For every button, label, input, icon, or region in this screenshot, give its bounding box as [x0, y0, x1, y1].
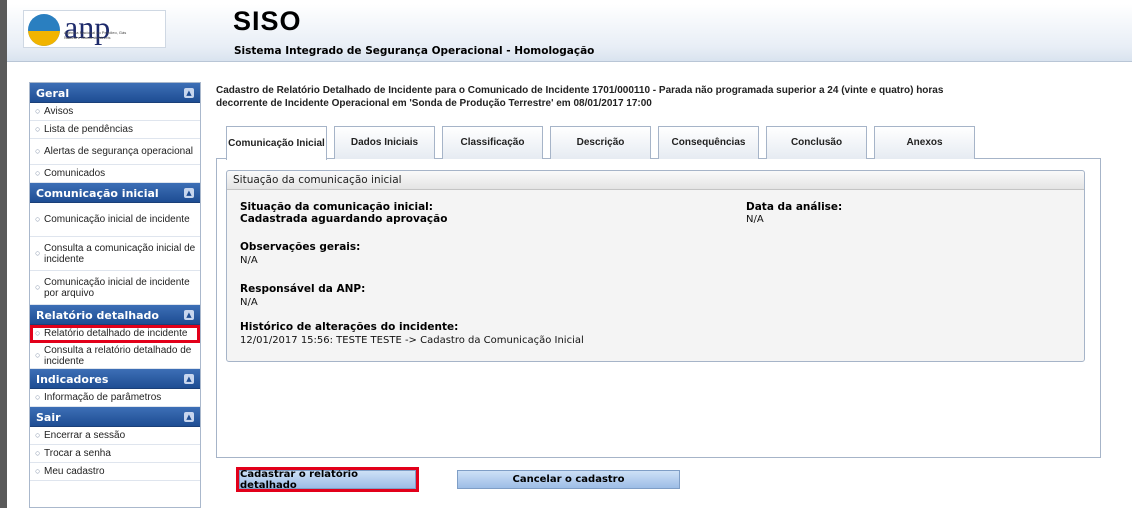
sidebar-item-comunicacao-por-arquivo[interactable]: ○ Comunicação inicial de incidente por ar… — [30, 271, 200, 305]
collapse-icon[interactable]: ▲ — [184, 412, 194, 422]
sidebar-item-avisos[interactable]: ○ Avisos — [30, 103, 200, 121]
sidebar-item-alertas[interactable]: ○ Alertas de segurança operacional — [30, 139, 200, 165]
tab-anexos[interactable]: Anexos — [874, 126, 975, 159]
bullet-icon: ○ — [35, 248, 41, 258]
sidebar-item-label: Meu cadastro — [44, 466, 105, 477]
observacoes-label: Observações gerais: — [240, 241, 361, 253]
observacoes-value: N/A — [240, 255, 258, 266]
page-title-line1: Cadastro de Relatório Detalhado de Incid… — [216, 85, 944, 96]
sidebar-item-consulta-comunicacao-inicial[interactable]: ○ Consulta a comunicação inicial de incid… — [30, 237, 200, 271]
sidebar-section-geral[interactable]: Geral ▲ — [30, 83, 200, 103]
sidebar-section-sair[interactable]: Sair ▲ — [30, 407, 200, 427]
bullet-icon: ○ — [35, 392, 41, 402]
sidebar-item-meu-cadastro[interactable]: ○ Meu cadastro — [30, 463, 200, 481]
sidebar-section-comunicacao-inicial[interactable]: Comunicação inicial ▲ — [30, 183, 200, 203]
app-header: anp Agência Nacional do Petróleo, Gás Na… — [7, 4, 1132, 62]
sidebar-item-relatorio-detalhado-incidente[interactable]: ○ Relatório detalhado de incidente — [30, 325, 200, 343]
sidebar-item-label: Comunicação inicial de incidente por arq… — [44, 276, 190, 299]
sidebar-item-encerrar-sessao[interactable]: ○ Encerrar a sessão — [30, 427, 200, 445]
sidebar-item-label: Avisos — [44, 106, 74, 117]
bullet-icon: ○ — [35, 350, 41, 360]
sidebar-item-consulta-relatorio-detalhado[interactable]: ○ Consulta a relatório detalhado de incid… — [30, 343, 200, 369]
sidebar-item-label: Informação de parâmetros — [44, 392, 162, 403]
section-title: Sair — [36, 411, 61, 424]
sidebar-section-indicadores[interactable]: Indicadores ▲ — [30, 369, 200, 389]
situacao-value: Cadastrada aguardando aprovação — [240, 213, 448, 225]
section-title: Relatório detalhado — [36, 309, 159, 322]
situacao-comunicacao-box: Situação da comunicação inicial Situação… — [226, 170, 1085, 362]
historico-value: 12/01/2017 15:56: TESTE TESTE -> Cadastr… — [240, 335, 584, 346]
page-title-line2: decorrente de Incidente Operacional em '… — [216, 98, 652, 109]
sidebar-item-informacao-parametros[interactable]: ○ Informação de parâmetros — [30, 389, 200, 407]
situacao-label: Situação da comunicação inicial: — [240, 201, 433, 213]
anp-logo-emblem — [28, 14, 60, 46]
sidebar-menu: Geral ▲ ○ Avisos ○ Lista de pendências ○ Al… — [29, 82, 201, 508]
data-analise-label: Data da análise: — [746, 201, 843, 213]
sidebar-item-lista-pendencias[interactable]: ○ Lista de pendências — [30, 121, 200, 139]
collapse-icon[interactable]: ▲ — [184, 188, 194, 198]
bullet-icon: ○ — [35, 214, 41, 224]
data-analise-value: N/A — [746, 214, 764, 225]
bullet-icon: ○ — [35, 430, 41, 440]
sidebar-item-label: Encerrar a sessão — [44, 430, 126, 441]
historico-label: Histórico de alterações do incidente: — [240, 321, 459, 333]
sidebar-item-label: Comunicados — [44, 168, 106, 179]
sidebar-item-label: Comunicação inicial de incidente — [44, 214, 190, 225]
collapse-icon[interactable]: ▲ — [184, 310, 194, 320]
anp-logo: anp Agência Nacional do Petróleo, Gás Na… — [23, 9, 166, 48]
logo-text: anp — [64, 9, 111, 45]
sidebar-item-trocar-senha[interactable]: ○ Trocar a senha — [30, 445, 200, 463]
collapse-icon[interactable]: ▲ — [184, 374, 194, 384]
section-title: Indicadores — [36, 373, 109, 386]
app-subtitle: Sistema Integrado de Segurança Operacion… — [234, 45, 595, 57]
sidebar-item-label: Consulta a comunicação inicial de incide… — [44, 242, 196, 265]
section-title: Geral — [36, 87, 70, 100]
bullet-icon: ○ — [35, 168, 41, 178]
bullet-icon: ○ — [35, 106, 41, 116]
box-title: Situação da comunicação inicial — [227, 171, 1084, 190]
bullet-icon: ○ — [35, 124, 41, 134]
sidebar-item-label: Alertas de segurança operacional — [44, 146, 193, 157]
cancelar-cadastro-button[interactable]: Cancelar o cadastro — [457, 470, 680, 489]
window-left-edge — [0, 0, 7, 508]
section-title: Comunicação inicial — [36, 187, 159, 200]
sidebar-item-comunicacao-inicial-incidente[interactable]: ○ Comunicação inicial de incidente — [30, 203, 200, 237]
app-title: SISO — [233, 6, 302, 36]
tab-descricao[interactable]: Descrição — [550, 126, 651, 159]
tab-consequencias[interactable]: Consequências — [658, 126, 759, 159]
sidebar-item-comunicados[interactable]: ○ Comunicados — [30, 165, 200, 183]
tab-dados-iniciais[interactable]: Dados Iniciais — [334, 126, 435, 159]
tab-classificacao[interactable]: Classificação — [442, 126, 543, 159]
sidebar-item-label: Relatório detalhado de incidente — [44, 328, 188, 339]
tab-comunicacao-inicial[interactable]: Comunicação Inicial — [226, 126, 327, 160]
page-title: Cadastro de Relatório Detalhado de Incid… — [216, 84, 1016, 110]
bullet-icon: ○ — [35, 282, 41, 292]
sidebar-item-label: Trocar a senha — [44, 448, 111, 459]
tab-bar: Comunicação Inicial Dados Iniciais Class… — [226, 126, 982, 160]
cadastrar-relatorio-button[interactable]: Cadastrar o relatório detalhado — [236, 467, 419, 492]
logo-subtext: Agência Nacional do Petróleo, Gás Natura… — [64, 30, 127, 40]
sidebar-item-label: Lista de pendências — [44, 124, 133, 135]
bullet-icon: ○ — [35, 328, 41, 338]
bullet-icon: ○ — [35, 448, 41, 458]
sidebar-section-relatorio-detalhado[interactable]: Relatório detalhado ▲ — [30, 305, 200, 325]
sidebar-item-label: Consulta a relatório detalhado de incide… — [44, 344, 192, 367]
responsavel-value: N/A — [240, 297, 258, 308]
tab-conclusao[interactable]: Conclusão — [766, 126, 867, 159]
responsavel-label: Responsável da ANP: — [240, 283, 366, 295]
collapse-icon[interactable]: ▲ — [184, 88, 194, 98]
bullet-icon: ○ — [35, 466, 41, 476]
bullet-icon: ○ — [35, 146, 41, 156]
